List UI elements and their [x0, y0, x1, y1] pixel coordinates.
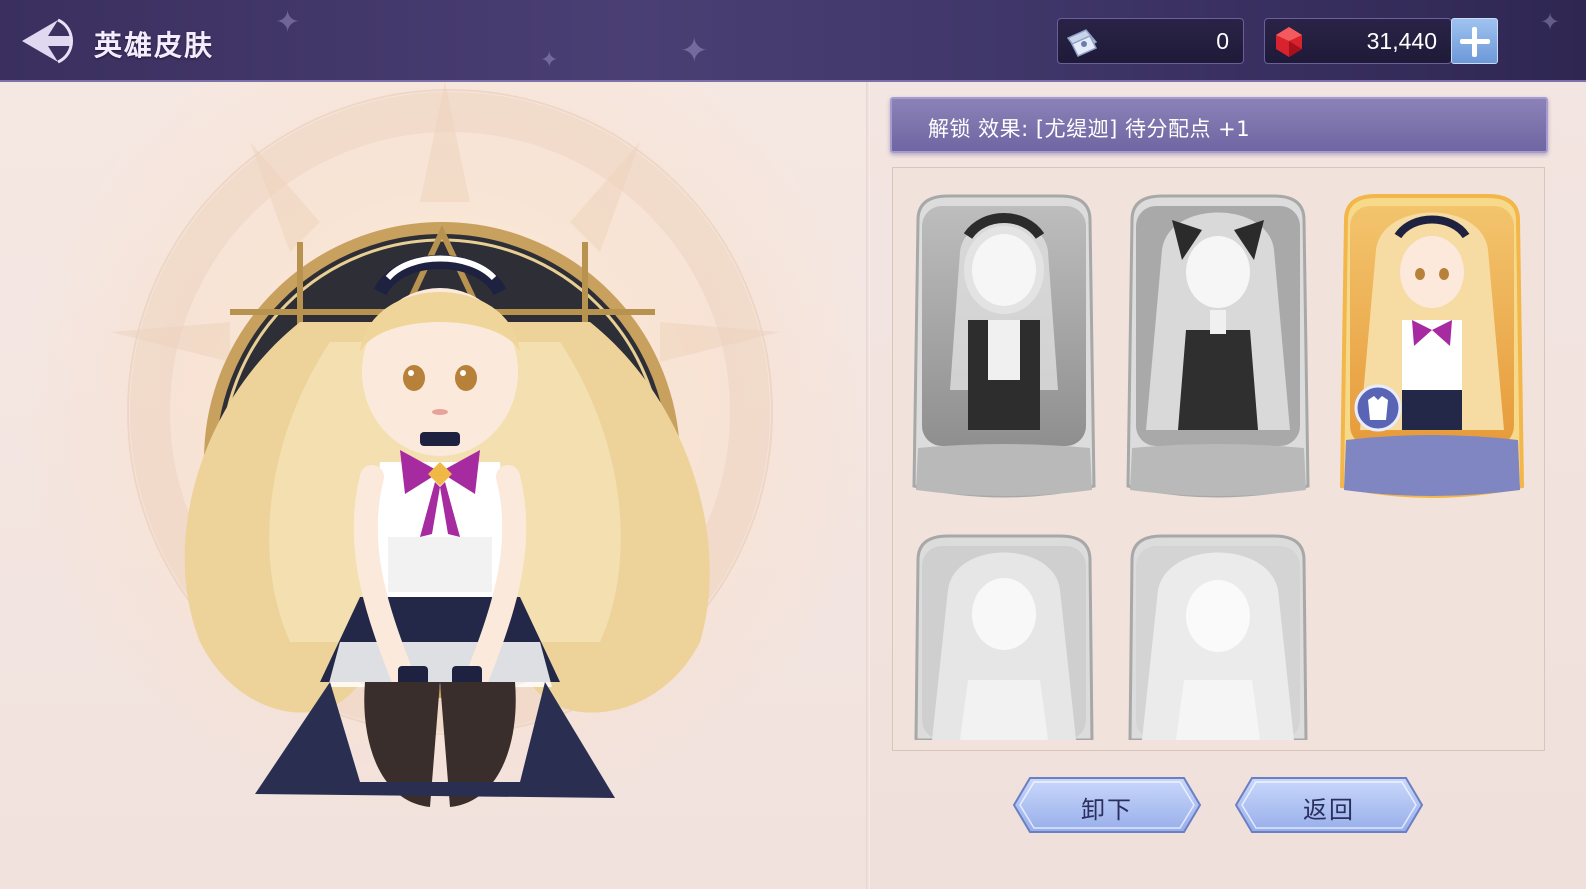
skin-card-portrait — [912, 194, 1096, 498]
ticket-currency: 0 — [1057, 18, 1244, 64]
skin-card-2[interactable] — [1122, 190, 1314, 502]
return-label: 返回 — [1303, 796, 1355, 824]
add-gems-button[interactable] — [1451, 18, 1498, 64]
gem-count: 31,440 — [1366, 28, 1437, 54]
gem-currency: 31,440 — [1264, 18, 1452, 64]
back-arrow-icon — [22, 18, 73, 64]
sparkle-icon: ✦ — [1540, 8, 1561, 36]
skin-card-portrait — [1128, 534, 1308, 742]
sparkle-icon: ✦ — [540, 48, 559, 73]
skin-card-portrait — [914, 534, 1094, 742]
skin-card-1[interactable] — [908, 190, 1100, 502]
top-bar: ✦ ✦ ✦ ✦ 英雄皮肤 0 31,440 — [0, 0, 1586, 82]
ticket-count: 0 — [1216, 28, 1229, 54]
skin-card-3-equipped[interactable] — [1336, 190, 1528, 502]
skin-card-4[interactable] — [908, 530, 1100, 742]
unequip-label: 卸下 — [1081, 796, 1133, 824]
ticket-icon — [1066, 29, 1098, 57]
back-arrow-button[interactable] — [18, 14, 78, 68]
red-gem-icon — [1276, 27, 1302, 57]
skin-card-5[interactable] — [1122, 530, 1314, 742]
page-title: 英雄皮肤 — [94, 29, 215, 62]
unlock-effect-text: 解锁 效果: [尤缇迦] 待分配点 +1 — [928, 117, 1251, 141]
return-button[interactable]: 返回 — [1234, 776, 1424, 834]
hero-portrait — [110, 82, 780, 807]
skin-card-portrait — [1339, 194, 1525, 498]
skin-card-portrait — [1126, 194, 1310, 498]
unlock-effect-bar: 解锁 效果: [尤缇迦] 待分配点 +1 — [890, 97, 1548, 153]
hero-preview-panel — [0, 82, 866, 889]
sparkle-icon: ✦ — [275, 5, 301, 40]
unequip-button[interactable]: 卸下 — [1012, 776, 1202, 834]
sparkle-icon: ✦ — [680, 31, 709, 71]
